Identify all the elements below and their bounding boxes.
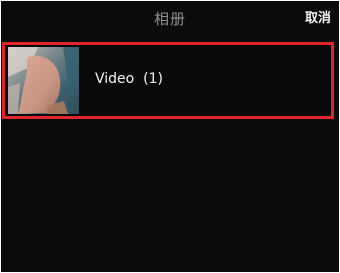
header-bar: 相册 取消 — [1, 1, 339, 38]
album-picker-screen: 相册 取消 Video (1) — [1, 1, 339, 272]
cancel-button[interactable]: 取消 — [305, 10, 331, 28]
page-title: 相册 — [153, 10, 186, 28]
video-thumbnail-icon — [8, 47, 79, 114]
album-item-video[interactable]: Video (1) — [2, 42, 334, 119]
album-label: Video (1) — [95, 71, 163, 87]
